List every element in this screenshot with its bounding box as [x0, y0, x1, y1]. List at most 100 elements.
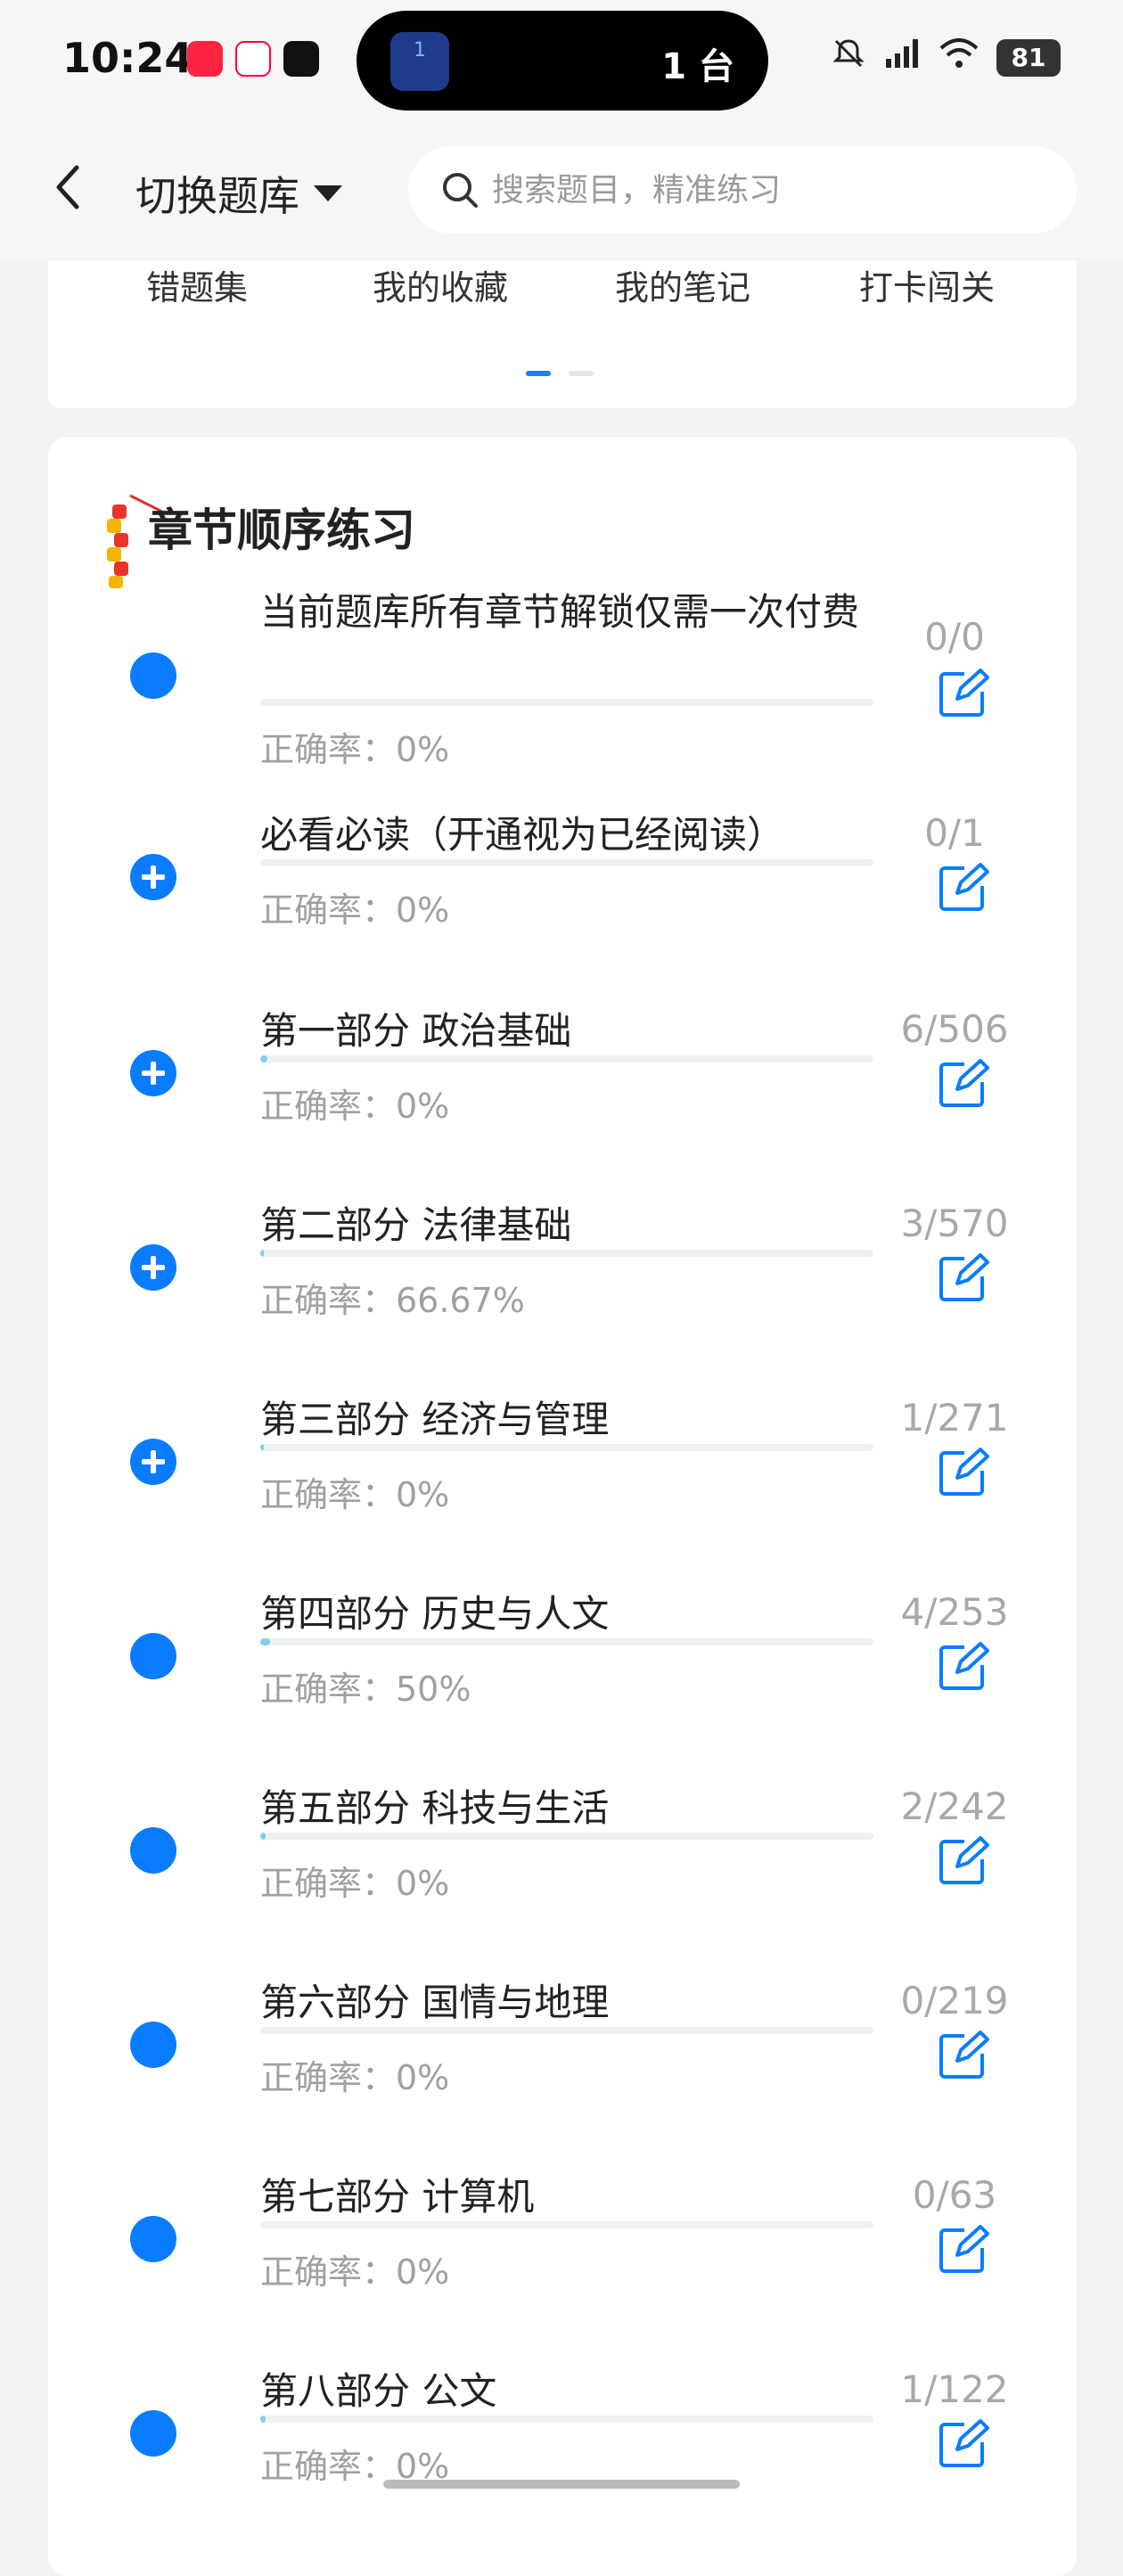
- chapter-row[interactable]: 第七部分 计算机 正确率：0% 0/63: [48, 2173, 1077, 2351]
- chapter-progress-fill: [260, 1444, 265, 1451]
- home-indicator[interactable]: [383, 2480, 740, 2489]
- edit-icon[interactable]: [938, 1253, 989, 1303]
- back-arrow-icon[interactable]: [50, 160, 86, 214]
- chapter-count: 0/1: [924, 811, 985, 855]
- page-indicator: [526, 371, 594, 376]
- signal-4g-icon: [882, 36, 922, 79]
- dynamic-island[interactable]: 1 1 台: [357, 11, 768, 111]
- chapter-accuracy: 正确率：0%: [260, 2058, 450, 2097]
- tool-wrong-questions[interactable]: 错题集: [146, 260, 248, 309]
- chapter-progress-bar: [260, 859, 873, 866]
- search-icon: [443, 173, 478, 208]
- notification-app-icons: [187, 41, 319, 77]
- edit-icon[interactable]: [938, 1448, 989, 1497]
- chapter-accuracy: 正确率：50%: [260, 1669, 471, 1709]
- tool-favorites[interactable]: 我的收藏: [373, 260, 508, 309]
- caret-down-icon: [314, 185, 342, 201]
- tools-card: 错题集 我的收藏 我的笔记 打卡闯关: [48, 260, 1077, 408]
- chapter-progress-bar: [260, 699, 873, 706]
- chapter-name: 第五部分 科技与生活: [260, 1786, 610, 1830]
- search-bar[interactable]: [408, 146, 1077, 234]
- status-time: 10:24: [62, 34, 193, 82]
- chapter-accuracy: 正确率：66.67%: [260, 1281, 525, 1320]
- chapter-count: 0/219: [900, 1979, 1009, 2022]
- dot-icon[interactable]: [130, 1827, 176, 1874]
- edit-icon[interactable]: [938, 2030, 989, 2080]
- page-dot: [569, 371, 594, 376]
- chapter-row[interactable]: 第四部分 历史与人文正确率：50% 4/253: [48, 1590, 1077, 1768]
- chapter-accuracy: 正确率：0%: [260, 890, 450, 930]
- edit-icon[interactable]: [938, 1059, 989, 1109]
- dot-icon[interactable]: [130, 2022, 176, 2068]
- section-title: 章节顺序练习: [148, 505, 415, 556]
- dot-icon[interactable]: [130, 1633, 176, 1679]
- chapter-count: 4/253: [900, 1590, 1009, 1634]
- app-notification-icon: [235, 41, 271, 77]
- chapter-name: 当前题库所有章节解锁仅需一次付费: [260, 590, 860, 634]
- search-input[interactable]: [492, 171, 1027, 209]
- island-text: 1 台: [661, 46, 734, 87]
- chapter-progress-bar: [260, 2027, 873, 2034]
- chapter-accuracy: 正确率：0%: [260, 1475, 450, 1514]
- chapter-name: 第八部分 公文: [260, 2369, 497, 2413]
- dot-icon[interactable]: [130, 2216, 176, 2262]
- dot-icon[interactable]: [130, 2410, 176, 2457]
- wifi-icon: [938, 36, 980, 79]
- edit-icon[interactable]: [938, 669, 989, 718]
- plus-icon[interactable]: [130, 1439, 176, 1485]
- chapter-accuracy: 正确率：0%: [260, 1087, 450, 1126]
- chapter-progress-bar: [260, 1833, 873, 1840]
- chapter-name: 第一部分 政治基础: [260, 1009, 572, 1053]
- chapter-progress-bar: [260, 1444, 873, 1451]
- switch-bank-label: 切换题库: [135, 172, 299, 220]
- chapter-row[interactable]: 第八部分 公文 正确率：0% 1/122: [48, 2367, 1077, 2546]
- chapter-progress-fill: [260, 2416, 266, 2423]
- chapter-accuracy: 正确率：0%: [260, 730, 450, 769]
- chapter-row[interactable]: 第一部分 政治基础 正确率：0% 6/506: [48, 1007, 1077, 1185]
- chapter-progress-bar: [260, 2221, 873, 2228]
- xiaohongshu-icon: [187, 41, 223, 77]
- tool-notes[interactable]: 我的笔记: [615, 260, 750, 309]
- page-dot-active: [526, 371, 551, 376]
- plus-icon[interactable]: [130, 854, 176, 900]
- switch-question-bank-button[interactable]: 切换题库: [135, 164, 342, 223]
- chapter-practice-card: 章节顺序练习 当前题库所有章节解锁仅需一次付费正确率：0% 0/0 必看必读（开通视…: [48, 437, 1077, 2576]
- chapter-count: 0/0: [924, 615, 985, 659]
- plus-icon[interactable]: [130, 1050, 176, 1096]
- chapter-count: 0/63: [912, 2173, 997, 2217]
- chapter-name: 第二部分 法律基础: [260, 1203, 572, 1247]
- chapter-name: 第四部分 历史与人文: [260, 1592, 610, 1636]
- chapter-name: 第七部分 计算机: [260, 2175, 535, 2219]
- chapter-row[interactable]: 第六部分 国情与地理正确率：0% 0/219: [48, 1979, 1077, 2157]
- chapter-progress-fill: [260, 1833, 266, 1840]
- chapter-name: 第六部分 国情与地理: [260, 1981, 610, 2024]
- chapter-name: 第三部分 经济与管理: [260, 1398, 610, 1441]
- battery-indicator: 81: [996, 38, 1061, 77]
- chapter-progress-fill: [260, 1055, 268, 1062]
- chapter-row[interactable]: 第二部分 法律基础 正确率：66.67% 3/570: [48, 1202, 1077, 1380]
- chapter-progress-fill: [260, 1638, 270, 1645]
- edit-icon[interactable]: [938, 2419, 989, 2469]
- chapter-progress-bar: [260, 1250, 873, 1257]
- tool-checkin[interactable]: 打卡闯关: [859, 260, 995, 309]
- status-icons: 81: [831, 36, 1061, 79]
- edit-icon[interactable]: [938, 1642, 989, 1692]
- chapter-row[interactable]: 第五部分 科技与生活 正确率：0% 2/242: [48, 1784, 1077, 1963]
- status-bar: 10:24 1 1 台 81: [0, 0, 1123, 125]
- chapter-accuracy: 正确率：0%: [260, 1864, 450, 1903]
- island-badge: 1: [414, 39, 426, 62]
- chapter-count: 1/122: [900, 2367, 1009, 2411]
- chapter-progress-bar: [260, 1055, 873, 1062]
- plus-icon[interactable]: [130, 1244, 176, 1291]
- chapter-name: 必看必读（开通视为已经阅读）: [260, 813, 785, 857]
- mute-bell-icon: [831, 36, 866, 79]
- chapter-row[interactable]: 必看必读（开通视为已经阅读） 正确率：0% 0/1: [48, 811, 1077, 989]
- chapter-row[interactable]: 第三部分 经济与管理 正确率：0% 1/271: [48, 1396, 1077, 1574]
- chapter-row[interactable]: 当前题库所有章节解锁仅需一次付费正确率：0% 0/0: [48, 588, 1077, 769]
- edit-icon[interactable]: [938, 2225, 989, 2275]
- tiktok-icon: [283, 41, 319, 77]
- dot-icon[interactable]: [130, 652, 176, 699]
- edit-icon[interactable]: [938, 1836, 989, 1886]
- broadcast-icon: 1: [390, 32, 449, 91]
- edit-icon[interactable]: [938, 863, 989, 913]
